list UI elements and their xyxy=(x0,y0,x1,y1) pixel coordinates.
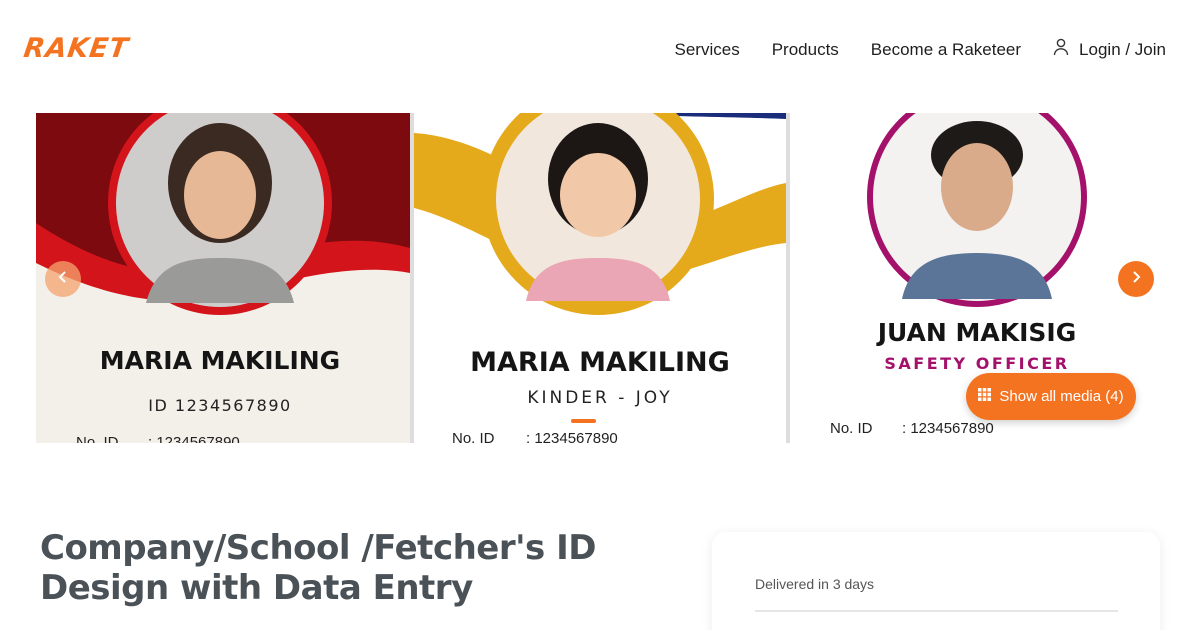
show-media-label: Show all media (4) xyxy=(999,388,1124,405)
main-nav: Services Products Become a Raketeer Logi… xyxy=(675,38,1166,61)
slide-1-name: MARIA MAKILING xyxy=(100,346,340,375)
carousel-slide-1[interactable]: MARIA MAKILING ID 1234567890 No. ID : 12… xyxy=(36,113,410,443)
chevron-right-icon xyxy=(1129,270,1143,289)
id-card-image-2: MARIA MAKILING KINDER - JOY No. ID : 123… xyxy=(414,113,786,443)
pricing-card: Delivered in 3 days xyxy=(712,532,1160,630)
slide-2-name: MARIA MAKILING xyxy=(470,347,730,378)
raket-logo[interactable]: RAKET xyxy=(21,33,131,67)
chevron-left-icon xyxy=(56,270,70,289)
carousel-slide-2[interactable]: MARIA MAKILING KINDER - JOY No. ID : 123… xyxy=(414,113,786,443)
carousel-dots xyxy=(571,419,629,423)
id-card-image-1: MARIA MAKILING ID 1234567890 No. ID : 12… xyxy=(36,113,410,443)
delivery-time: Delivered in 3 days xyxy=(755,576,875,592)
user-icon xyxy=(1053,38,1069,61)
grid-icon xyxy=(978,388,992,405)
product-title: Company/School /Fetcher's ID Design with… xyxy=(40,528,596,608)
slide-1-id-value: : 1234567890 xyxy=(148,434,240,443)
slide-3-id-value: : 1234567890 xyxy=(902,420,994,437)
slide-2-id-value: : 1234567890 xyxy=(526,430,618,443)
login-label: Login / Join xyxy=(1079,39,1166,59)
show-all-media-button[interactable]: Show all media (4) xyxy=(966,373,1136,420)
carousel-dot-1[interactable] xyxy=(571,419,596,423)
carousel-prev-button[interactable] xyxy=(45,261,81,297)
slide-3-name: JUAN MAKISIG xyxy=(876,318,1077,347)
login-join-link[interactable]: Login / Join xyxy=(1053,38,1166,61)
carousel-next-button[interactable] xyxy=(1118,261,1154,297)
slide-3-sub: SAFETY OFFICER xyxy=(884,354,1069,373)
site-header: RAKET Services Products Become a Raketee… xyxy=(0,0,1200,100)
logo-text: RAKET xyxy=(21,33,131,64)
nav-services[interactable]: Services xyxy=(675,40,740,60)
slide-3-id-label: No. ID xyxy=(830,420,873,437)
slide-2-sub: KINDER - JOY xyxy=(527,388,672,408)
divider xyxy=(755,610,1118,612)
slide-1-sub: ID 1234567890 xyxy=(148,396,291,415)
nav-products[interactable]: Products xyxy=(772,40,839,60)
slide-2-id-label: No. ID xyxy=(452,430,495,443)
nav-become-raketeer[interactable]: Become a Raketeer xyxy=(871,40,1021,60)
slide-1-id-label: No. ID xyxy=(76,434,119,443)
carousel-dot-2[interactable] xyxy=(604,419,629,423)
